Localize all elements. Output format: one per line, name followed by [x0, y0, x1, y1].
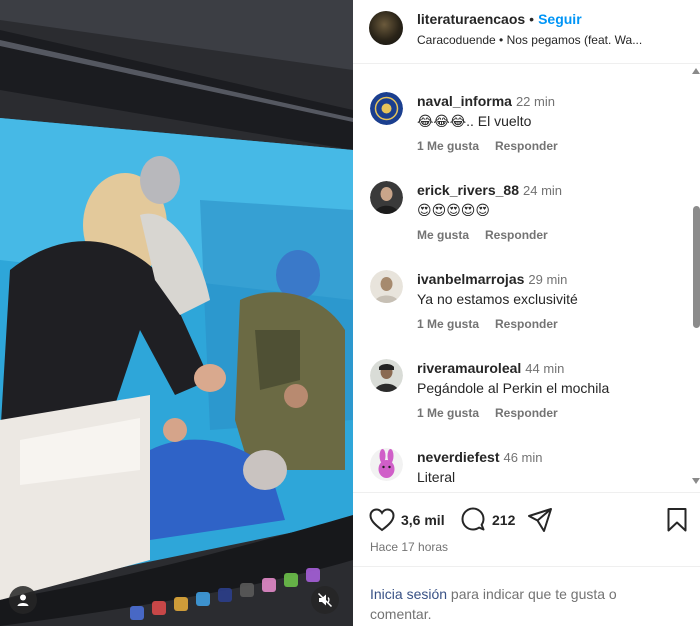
comment-item: neverdiefest 46 min Literal	[353, 448, 693, 492]
comment-count[interactable]: 212	[492, 512, 515, 528]
comment-username[interactable]: riveramauroleal	[417, 360, 521, 376]
like-action[interactable]: 3,6 mil	[369, 507, 445, 533]
person-photo-avatar	[370, 359, 403, 392]
post-header: literaturaencaos • Seguir Caracoduende • N…	[353, 0, 700, 64]
comment-time: 24 min	[523, 183, 563, 198]
speaker-muted-icon	[317, 592, 333, 608]
reply-button[interactable]: Responder	[495, 317, 558, 331]
author-line: literaturaencaos • Seguir	[417, 11, 582, 27]
heart-icon[interactable]	[369, 508, 395, 532]
bookmark-icon[interactable]	[666, 507, 688, 533]
login-link[interactable]: Inicia sesión	[370, 586, 447, 602]
comment-username[interactable]: naval_informa	[417, 93, 512, 109]
comments-list: naval_informa 22 min 😂😂😂.. El vuelto 1 Me…	[353, 64, 700, 492]
post-side-panel: literaturaencaos • Seguir Caracoduende • N…	[353, 0, 700, 626]
scroll-down-arrow[interactable]	[692, 478, 700, 484]
user-tag-button[interactable]	[9, 586, 37, 614]
comment-item: erick_rivers_88 24 min 😍😍😍😍😍 Me gusta Resp…	[353, 181, 693, 270]
like-count[interactable]: 3,6 mil	[401, 512, 445, 528]
person-icon	[17, 594, 29, 606]
commenter-avatar[interactable]	[370, 448, 403, 481]
bunny-avatar	[370, 448, 403, 481]
commenter-avatar[interactable]	[370, 92, 403, 125]
comment-username[interactable]: ivanbelmarrojas	[417, 271, 524, 287]
author-username[interactable]: literaturaencaos	[417, 11, 525, 27]
paper-plane-icon[interactable]	[527, 507, 553, 533]
comment-time: 44 min	[525, 361, 565, 376]
scroll-up-arrow[interactable]	[692, 68, 700, 74]
commenter-avatar[interactable]	[370, 270, 403, 303]
posted-time: Hace 17 horas	[370, 540, 449, 554]
comment-text: 😂😂😂.. El vuelto	[417, 113, 532, 129]
comment-like-count[interactable]: 1 Me gusta	[417, 317, 479, 331]
comments-scrollbar-thumb[interactable]	[693, 206, 700, 328]
comment-time: 46 min	[503, 450, 543, 465]
comment-like-count[interactable]: 1 Me gusta	[417, 406, 479, 420]
navy-emblem-avatar	[370, 92, 403, 125]
person-photo-avatar	[370, 181, 403, 214]
audio-track[interactable]: Caracoduende • Nos pegamos (feat. Wa...	[417, 33, 687, 47]
comment-like-count[interactable]: 1 Me gusta	[417, 139, 479, 153]
comment-time: 29 min	[528, 272, 568, 287]
comment-text: 😍😍😍😍😍	[417, 202, 490, 218]
mute-button[interactable]	[311, 586, 339, 614]
comment-action[interactable]: 212	[460, 507, 515, 533]
comment-time: 22 min	[515, 94, 555, 109]
login-prompt: Inicia sesión para indicar que te gusta …	[353, 566, 700, 627]
comment-item: naval_informa 22 min 😂😂😂.. El vuelto 1 Me…	[353, 92, 693, 181]
commenter-avatar[interactable]	[370, 359, 403, 392]
comment-bubble-icon[interactable]	[460, 507, 486, 533]
comment-text: Literal	[417, 469, 456, 485]
video-overlay	[0, 0, 353, 626]
comment-item: ivanbelmarrojas 29 min Ya no estamos excl…	[353, 270, 693, 359]
comment-text: Ya no estamos exclusivité	[417, 291, 578, 307]
comment-username[interactable]: neverdiefest	[417, 449, 499, 465]
reply-button[interactable]: Responder	[495, 406, 558, 420]
comment-item: riveramauroleal 44 min Pegándole al Perki…	[353, 359, 693, 448]
save-action[interactable]	[666, 507, 688, 533]
share-action[interactable]	[527, 507, 553, 533]
reply-button[interactable]: Responder	[485, 228, 548, 242]
separator-dot: •	[529, 11, 535, 27]
reel-video[interactable]	[0, 0, 353, 626]
commenter-avatar[interactable]	[370, 181, 403, 214]
author-avatar[interactable]	[369, 11, 403, 45]
comment-username[interactable]: erick_rivers_88	[417, 182, 519, 198]
follow-button[interactable]: Seguir	[538, 11, 582, 27]
comment-text: Pegándole al Perkin el mochila	[417, 380, 610, 396]
comment-like-button[interactable]: Me gusta	[417, 228, 469, 242]
person-photo-avatar	[370, 270, 403, 303]
clipped-comment-remnant	[417, 64, 597, 65]
reply-button[interactable]: Responder	[495, 139, 558, 153]
